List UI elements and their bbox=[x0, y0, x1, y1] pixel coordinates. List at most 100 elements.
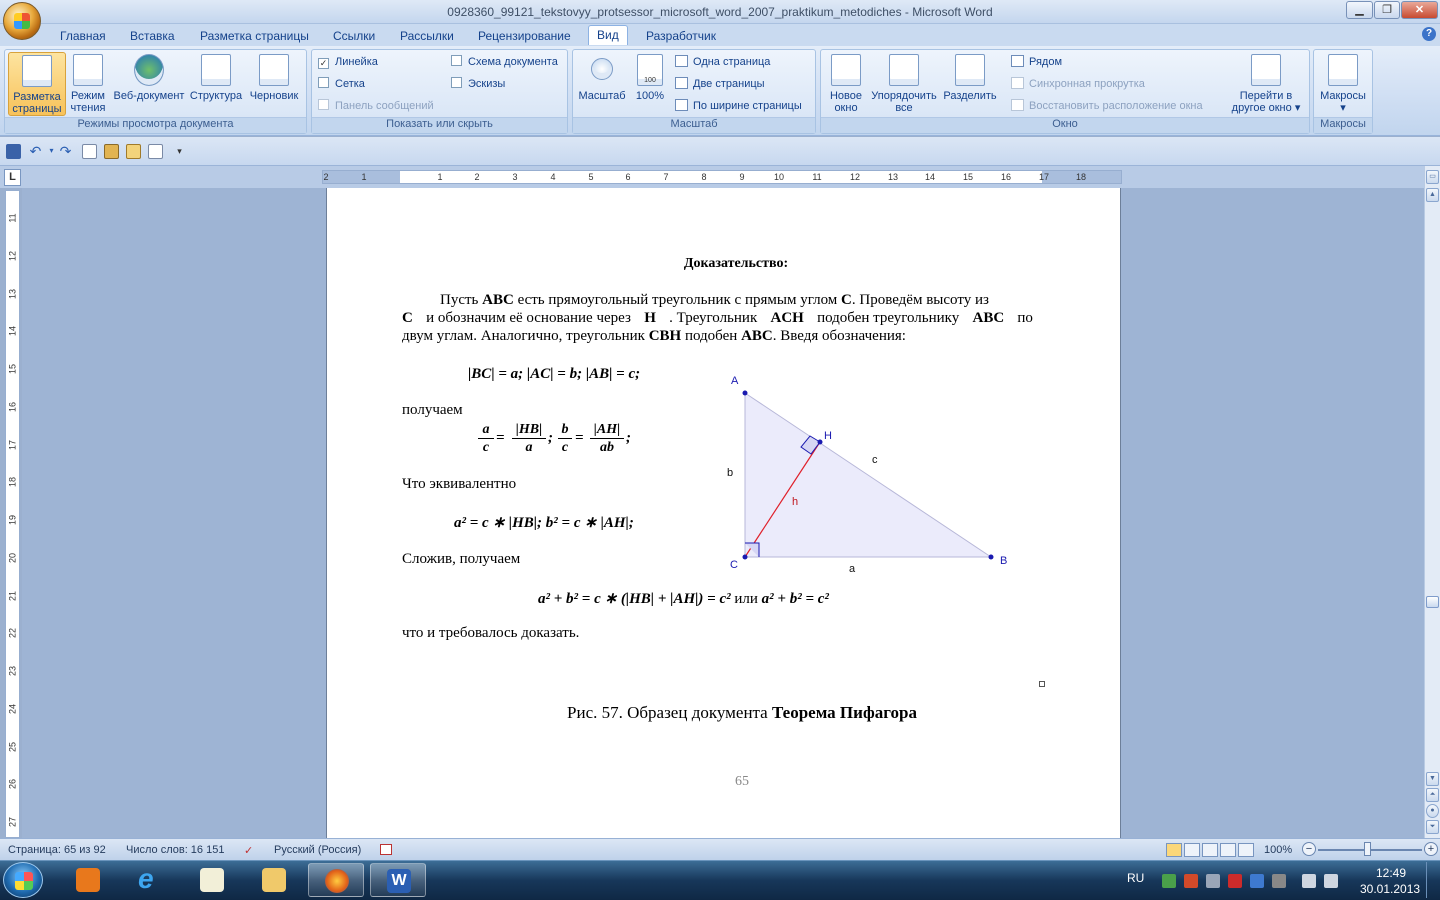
new-document-icon[interactable] bbox=[148, 144, 163, 159]
one-page-button[interactable]: Одна страница bbox=[675, 54, 770, 70]
book-icon bbox=[73, 54, 103, 86]
scroll-down-button[interactable]: ▼ bbox=[1426, 772, 1439, 786]
input-language[interactable]: RU bbox=[1127, 871, 1144, 885]
minimize-button[interactable]: ▁ bbox=[1346, 1, 1373, 19]
paste-icon[interactable] bbox=[104, 144, 119, 159]
print-layout-view-icon[interactable] bbox=[1166, 843, 1182, 857]
tab-developer[interactable]: Разработчик bbox=[646, 27, 716, 46]
zoom-out-icon[interactable]: − bbox=[1302, 842, 1316, 856]
reading-view-icon[interactable] bbox=[1184, 843, 1200, 857]
taskbar-internet-explorer[interactable]: e bbox=[122, 863, 178, 897]
word-count[interactable]: Число слов: 16 151 bbox=[126, 844, 224, 856]
zoom-level[interactable]: 100% bbox=[1264, 844, 1292, 856]
outline-button[interactable]: Структура bbox=[188, 52, 244, 102]
horizontal-ruler[interactable]: 2 1 1 2 3 4 5 6 7 8 9 10 11 12 13 14 15 … bbox=[322, 170, 1122, 184]
outline-view-icon[interactable] bbox=[1220, 843, 1236, 857]
side-label-a: a bbox=[849, 563, 856, 575]
tray-power-icon[interactable] bbox=[1302, 874, 1316, 888]
sync-scroll-button[interactable]: Синхронная прокрутка bbox=[1011, 76, 1145, 92]
tab-stop-selector[interactable]: L bbox=[4, 169, 21, 186]
office-button[interactable] bbox=[3, 2, 41, 40]
maximize-button[interactable]: ❐ bbox=[1374, 1, 1400, 19]
web-layout-button[interactable]: Веб-документ bbox=[109, 52, 189, 102]
tray-alert-icon[interactable] bbox=[1184, 874, 1198, 888]
vertical-ruler[interactable]: 11 12 13 14 15 16 17 18 19 20 21 22 23 2… bbox=[5, 190, 20, 838]
zoom-in-icon[interactable]: + bbox=[1424, 842, 1438, 856]
tab-page-layout[interactable]: Разметка страницы bbox=[200, 27, 309, 46]
spellcheck-icon[interactable]: ✓ bbox=[244, 844, 253, 857]
zoom-100-button[interactable]: 100 100% bbox=[629, 52, 671, 102]
text-poluchaem: получаем bbox=[402, 402, 463, 418]
zoom-button[interactable]: Масштаб bbox=[576, 52, 628, 102]
arrange-all-button[interactable]: Упорядочить все bbox=[867, 52, 941, 114]
side-by-side-button[interactable]: Рядом bbox=[1011, 54, 1062, 70]
tray-usb-icon[interactable] bbox=[1272, 874, 1286, 888]
macros-button[interactable]: Макросы ▾ bbox=[1316, 52, 1370, 114]
reset-window-button[interactable]: Восстановить расположение окна bbox=[1011, 98, 1203, 114]
start-button[interactable] bbox=[3, 862, 43, 898]
ruler-tick: 5 bbox=[588, 172, 594, 182]
tab-review[interactable]: Рецензирование bbox=[478, 27, 571, 46]
page-width-button[interactable]: По ширине страницы bbox=[675, 98, 802, 114]
message-bar-checkbox[interactable]: Панель сообщений bbox=[318, 98, 434, 114]
web-view-icon[interactable] bbox=[1202, 843, 1218, 857]
tray-bluetooth-icon[interactable] bbox=[1250, 874, 1264, 888]
page-width-icon bbox=[675, 99, 688, 111]
taskbar-explorer[interactable] bbox=[246, 863, 302, 897]
tray-volume-icon[interactable] bbox=[1324, 874, 1338, 888]
taskbar-media-player[interactable] bbox=[60, 863, 116, 897]
print-preview-icon[interactable] bbox=[82, 144, 97, 159]
undo-icon[interactable]: ↶ bbox=[28, 144, 43, 159]
tray-antivirus-icon[interactable] bbox=[1228, 874, 1242, 888]
reading-mode-button[interactable]: Режим чтения bbox=[67, 52, 109, 114]
window-title: 0928360_99121_tekstovyy_protsessor_micro… bbox=[447, 5, 993, 19]
tab-mailings[interactable]: Рассылки bbox=[400, 27, 454, 46]
ruler-checkbox[interactable]: ✓ Линейка bbox=[318, 54, 378, 70]
save-icon[interactable] bbox=[6, 144, 21, 159]
tab-home[interactable]: Главная bbox=[60, 27, 106, 46]
previous-page-button[interactable]: ⏶ bbox=[1426, 788, 1439, 802]
page-count[interactable]: Страница: 65 из 92 bbox=[8, 844, 106, 856]
format-painter-icon[interactable] bbox=[126, 144, 141, 159]
language-indicator[interactable]: Русский (Россия) bbox=[274, 844, 361, 856]
taskbar-word[interactable]: W bbox=[370, 863, 426, 897]
tab-insert[interactable]: Вставка bbox=[130, 27, 175, 46]
draft-view-icon[interactable] bbox=[1238, 843, 1254, 857]
ruler-toggle-icon[interactable]: ▭ bbox=[1426, 170, 1439, 184]
taskbar-notepad[interactable] bbox=[184, 863, 240, 897]
undo-dropdown-icon[interactable]: ▾ bbox=[44, 144, 59, 159]
vertical-scrollbar[interactable]: ▭ ▲ ▼ ⏶ ● ⏷ bbox=[1424, 166, 1440, 838]
document-map-checkbox[interactable]: Схема документа bbox=[451, 54, 558, 70]
new-window-button[interactable]: Новое окно bbox=[824, 52, 868, 114]
redo-icon[interactable]: ↷ bbox=[58, 144, 73, 159]
ruler-tick: 13 bbox=[887, 172, 899, 182]
thumbnails-checkbox[interactable]: Эскизы bbox=[451, 76, 505, 92]
switch-window-button[interactable]: Перейти в другое окно ▾ bbox=[1225, 52, 1307, 114]
help-icon[interactable]: ? bbox=[1422, 27, 1436, 41]
browse-object-button[interactable]: ● bbox=[1426, 804, 1439, 818]
clock-date[interactable]: 30.01.2013 bbox=[1360, 882, 1420, 896]
next-page-button[interactable]: ⏷ bbox=[1426, 820, 1439, 834]
tab-view[interactable]: Вид bbox=[588, 25, 628, 45]
scroll-up-button[interactable]: ▲ bbox=[1426, 188, 1439, 202]
tab-references[interactable]: Ссылки bbox=[333, 27, 375, 46]
tray-network-icon[interactable] bbox=[1206, 874, 1220, 888]
scroll-thumb[interactable] bbox=[1426, 596, 1439, 608]
macro-record-icon[interactable] bbox=[380, 844, 392, 855]
clock-time[interactable]: 12:49 bbox=[1376, 866, 1406, 880]
zoom-slider-thumb[interactable] bbox=[1364, 842, 1371, 856]
customize-toolbar-icon[interactable]: ▾ bbox=[172, 144, 187, 159]
two-pages-button[interactable]: Две страницы bbox=[675, 76, 765, 92]
split-button[interactable]: Разделить bbox=[941, 52, 999, 102]
magnifier-icon bbox=[591, 58, 613, 80]
print-layout-button[interactable]: Разметка страницы bbox=[8, 52, 66, 116]
paragraph-line-1: Пусть ABC есть прямоугольный треугольник… bbox=[440, 292, 989, 308]
ruler-tick: 22 bbox=[7, 628, 18, 639]
grid-checkbox[interactable]: Сетка bbox=[318, 76, 365, 92]
show-desktop-button[interactable] bbox=[1426, 862, 1438, 898]
close-button[interactable]: ✕ bbox=[1401, 1, 1438, 19]
tray-shield-icon[interactable] bbox=[1162, 874, 1176, 888]
taskbar-firefox[interactable] bbox=[308, 863, 364, 897]
ruler-tick: 1 bbox=[437, 172, 443, 182]
draft-button[interactable]: Черновик bbox=[245, 52, 303, 102]
